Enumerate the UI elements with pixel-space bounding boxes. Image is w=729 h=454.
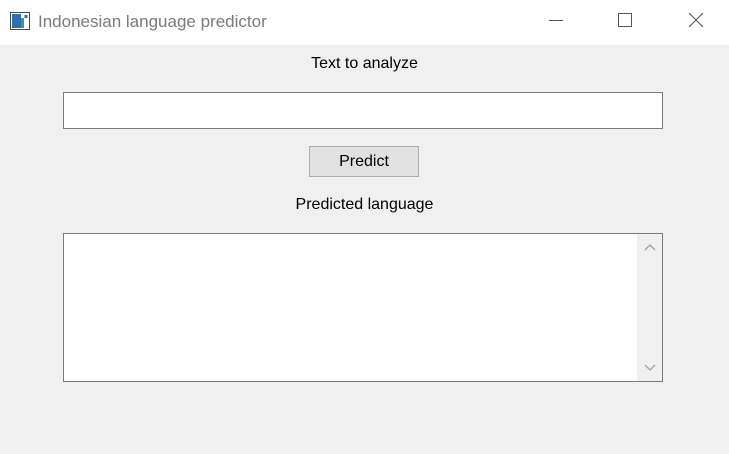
maximize-icon: [617, 12, 633, 33]
app-window-icon: [10, 12, 30, 30]
window-title: Indonesian language predictor: [38, 12, 267, 31]
title-bar[interactable]: Indonesian language predictor: [0, 0, 729, 45]
predict-button-label: Predict: [339, 152, 389, 170]
predicted-language-output[interactable]: [63, 233, 663, 382]
close-icon: [688, 12, 704, 33]
scroll-down-button[interactable]: [637, 355, 662, 381]
maximize-button[interactable]: [602, 0, 648, 45]
minimize-button[interactable]: [533, 0, 579, 45]
close-button[interactable]: [673, 0, 719, 45]
vertical-scrollbar[interactable]: [637, 234, 662, 381]
chevron-up-icon: [644, 238, 656, 256]
app-window: Indonesian language predictor Text to an…: [0, 0, 729, 454]
chevron-down-icon: [644, 359, 656, 377]
predict-button[interactable]: Predict: [309, 146, 419, 177]
minimize-icon: [548, 12, 564, 33]
input-label: Text to analyze: [311, 55, 418, 72]
scroll-up-button[interactable]: [637, 234, 662, 260]
text-to-analyze-input[interactable]: [63, 92, 663, 129]
output-label: Predicted language: [295, 196, 434, 213]
